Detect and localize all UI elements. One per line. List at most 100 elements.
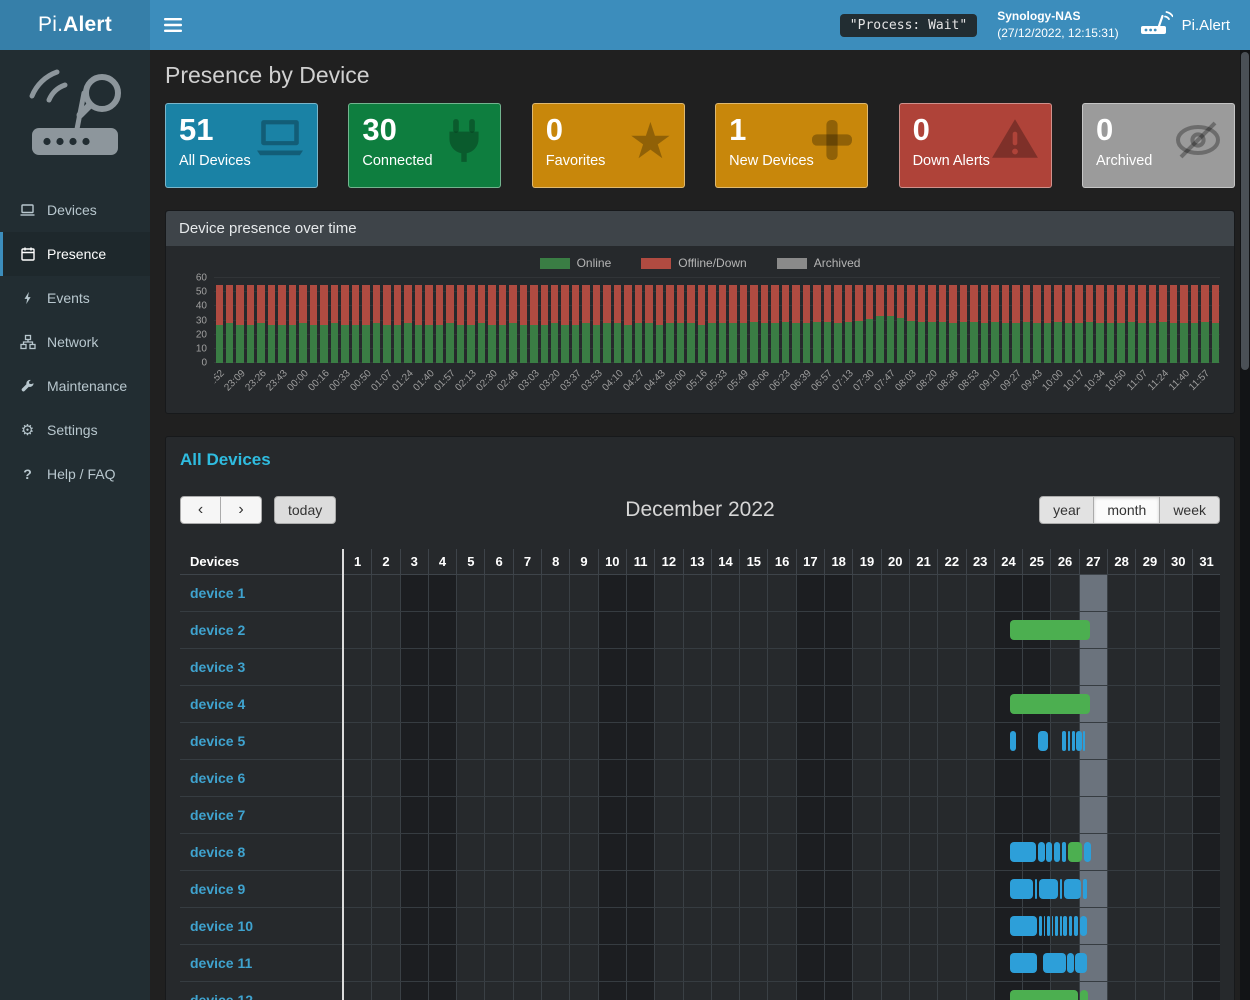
presence-bar[interactable]	[1038, 731, 1048, 751]
online-segment	[299, 323, 306, 363]
stat-card-new-devices[interactable]: 1New Devices	[715, 103, 868, 188]
sidebar-item-maintenance[interactable]: Maintenance	[0, 364, 150, 408]
online-segment	[278, 325, 285, 363]
device-link-device-6[interactable]: device 6	[190, 770, 245, 786]
presence-bar[interactable]	[1084, 842, 1090, 862]
sidebar-item-settings[interactable]: ⚙Settings	[0, 408, 150, 452]
chart-bar	[245, 278, 255, 363]
chart-bar	[633, 278, 643, 363]
month-view-button[interactable]: month	[1094, 496, 1160, 524]
presence-bar[interactable]	[1052, 916, 1054, 936]
offline-segment	[1075, 285, 1082, 323]
presence-bar[interactable]	[1060, 879, 1062, 899]
year-view-button[interactable]: year	[1039, 496, 1094, 524]
device-link-device-2[interactable]: device 2	[190, 622, 245, 638]
presence-bar[interactable]	[1076, 731, 1081, 751]
device-link-device-11[interactable]: device 11	[190, 955, 252, 971]
week-view-button[interactable]: week	[1160, 496, 1220, 524]
presence-bar[interactable]	[1063, 916, 1067, 936]
presence-bar[interactable]	[1080, 990, 1087, 1000]
presence-bar[interactable]	[1044, 916, 1046, 936]
device-link-device-8[interactable]: device 8	[190, 844, 245, 860]
presence-bar[interactable]	[1068, 842, 1082, 862]
presence-bar[interactable]	[1075, 953, 1086, 973]
today-button[interactable]: today	[274, 496, 336, 524]
prev-button[interactable]: ‹	[180, 496, 221, 524]
scrollbar-thumb[interactable]	[1241, 52, 1249, 370]
online-segment	[1117, 323, 1124, 363]
online-segment	[1170, 323, 1177, 363]
presence-bar[interactable]	[1047, 916, 1050, 936]
presence-lane-device-9	[344, 871, 1220, 908]
presence-bar[interactable]	[1069, 916, 1072, 936]
stat-card-connected[interactable]: 30Connected	[348, 103, 501, 188]
offline-segment	[1044, 285, 1051, 323]
device-link-device-7[interactable]: device 7	[190, 807, 245, 823]
presence-bar[interactable]	[1074, 916, 1078, 936]
day-header-15: 15	[739, 549, 767, 574]
sidebar-item-devices[interactable]: Devices	[0, 188, 150, 232]
device-link-device-10[interactable]: device 10	[190, 918, 253, 934]
presence-bar[interactable]	[1083, 879, 1088, 899]
presence-bar[interactable]	[1010, 916, 1037, 936]
presence-bar[interactable]	[1080, 916, 1087, 936]
eye-slash-icon	[1173, 116, 1223, 168]
presence-bar[interactable]	[1046, 842, 1052, 862]
brand-logo[interactable]: Pi.Alert	[0, 0, 150, 50]
presence-bar[interactable]	[1038, 842, 1044, 862]
device-link-device-5[interactable]: device 5	[190, 733, 245, 749]
sidebar-item-network[interactable]: Network	[0, 320, 150, 364]
online-segment	[341, 325, 348, 363]
presence-bar[interactable]	[1010, 694, 1090, 714]
presence-bar[interactable]	[1060, 916, 1062, 936]
presence-bar[interactable]	[1039, 916, 1042, 936]
presence-bar[interactable]	[1083, 731, 1085, 751]
legend-label: Online	[577, 256, 612, 270]
presence-bar[interactable]	[1035, 879, 1037, 899]
online-segment	[1149, 323, 1156, 363]
navbar-brand-right[interactable]: Pi.Alert	[1139, 10, 1236, 40]
page-scrollbar[interactable]	[1240, 50, 1250, 1000]
presence-bar[interactable]	[1010, 620, 1090, 640]
presence-bar[interactable]	[1010, 990, 1078, 1000]
presence-bar[interactable]	[1062, 842, 1066, 862]
presence-bar[interactable]	[1010, 842, 1036, 862]
next-button[interactable]: ›	[221, 496, 262, 524]
process-status-badge: "Process: Wait"	[840, 14, 977, 37]
sidebar-item-presence[interactable]: Presence	[0, 232, 150, 276]
offline-segment	[1138, 285, 1145, 323]
device-link-device-4[interactable]: device 4	[190, 696, 245, 712]
device-link-device-12[interactable]: device 12	[190, 992, 253, 1000]
stat-card-all-devices[interactable]: 51All Devices	[165, 103, 318, 188]
presence-bar[interactable]	[1010, 731, 1016, 751]
chart-bar	[854, 278, 864, 363]
sidebar-item-events[interactable]: Events	[0, 276, 150, 320]
stat-card-archived[interactable]: 0Archived	[1082, 103, 1235, 188]
device-link-device-3[interactable]: device 3	[190, 659, 245, 675]
presence-bar[interactable]	[1010, 879, 1033, 899]
device-link-device-9[interactable]: device 9	[190, 881, 245, 897]
stat-card-down-alerts[interactable]: 0Down Alerts	[899, 103, 1052, 188]
offline-segment	[1180, 285, 1187, 323]
presence-bar[interactable]	[1067, 953, 1073, 973]
presence-bar[interactable]	[1039, 879, 1059, 899]
hamburger-menu-icon[interactable]	[164, 18, 182, 32]
presence-bar[interactable]	[1010, 953, 1037, 973]
navbar-brand-label: Pi.Alert	[1182, 17, 1230, 34]
device-link-device-1[interactable]: device 1	[190, 585, 245, 601]
day-header-25: 25	[1022, 549, 1050, 574]
presence-bar[interactable]	[1054, 842, 1060, 862]
presence-bar[interactable]	[1062, 731, 1066, 751]
presence-bar[interactable]	[1043, 953, 1066, 973]
presence-bar[interactable]	[1072, 731, 1075, 751]
stat-card-favorites[interactable]: 0Favorites★	[532, 103, 685, 188]
presence-bar[interactable]	[1068, 731, 1070, 751]
online-segment	[907, 321, 914, 364]
online-segment	[1107, 323, 1114, 363]
presence-bar[interactable]	[1055, 916, 1058, 936]
day-header-2: 2	[371, 549, 399, 574]
presence-bar[interactable]	[1064, 879, 1081, 899]
sidebar-item-help-faq[interactable]: ?Help / FAQ	[0, 452, 150, 496]
offline-segment	[310, 285, 317, 325]
chart-bar	[350, 278, 360, 363]
